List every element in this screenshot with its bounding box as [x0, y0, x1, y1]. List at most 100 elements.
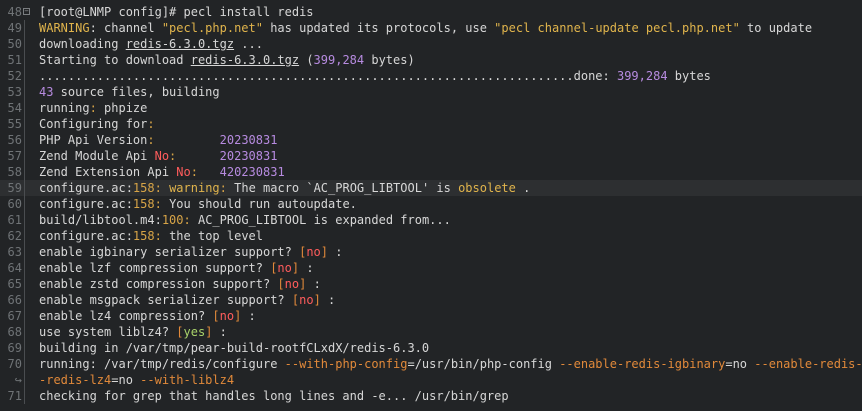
text-segment: :	[147, 133, 155, 147]
text-segment: 20230831	[219, 133, 278, 147]
text-segment: Zend Module Api	[39, 149, 155, 163]
terminal-line: 54 running: phpize	[0, 100, 862, 116]
fold-guide	[24, 132, 25, 148]
terminal-window[interactable]: 48− [root@LNMP config]# pecl install redi…	[0, 0, 862, 411]
text-segment: build/libtool.m4:	[39, 213, 162, 227]
text-segment: Starting to download	[39, 53, 191, 67]
text-segment: "pecl.php.net"	[161, 21, 263, 35]
terminal-line: 71 checking for grep that handles long li…	[0, 388, 862, 404]
line-number: 63	[7, 245, 22, 259]
fold-guide	[24, 228, 25, 244]
fold-guide	[24, 292, 25, 308]
text-segment: : channel	[89, 21, 162, 35]
text-segment: no	[299, 293, 314, 307]
text-segment: (	[299, 53, 314, 67]
text-segment: :	[147, 117, 155, 131]
text-segment: has updated its protocols, use	[262, 21, 495, 35]
fold-guide	[24, 196, 25, 212]
text-segment: use system liblz4?	[39, 325, 177, 339]
fold-toggle-icon[interactable]: −	[23, 8, 30, 15]
text-segment: =no	[111, 373, 141, 387]
text-segment: AC_PROG_LIBTOOL is expanded from...	[190, 213, 451, 227]
text-segment: :	[190, 165, 198, 179]
fold-guide	[24, 212, 25, 228]
text-segment: bytes	[667, 69, 711, 83]
text-segment: .	[515, 181, 531, 195]
text-segment: --enable-redis-igbinary	[559, 357, 726, 371]
text-segment: 100	[161, 213, 184, 227]
text-segment: =no	[725, 357, 755, 371]
line-text: [root@LNMP config]# pecl install redis	[39, 4, 314, 20]
text-segment: "pecl channel-update pecl.php.net"	[494, 21, 740, 35]
text-segment: :	[306, 277, 321, 291]
line-text: building in /var/tmp/pear-build-rootfCLx…	[39, 340, 429, 356]
text-segment: :	[212, 325, 227, 339]
text-segment: PHP Api Version	[39, 133, 148, 147]
text-segment: [	[212, 309, 220, 323]
fold-guide	[24, 244, 25, 260]
fold-guide	[24, 84, 25, 100]
line-text: downloading redis-6.3.0.tgz ...	[39, 36, 263, 52]
line-text: PHP Api Version: 20230831	[39, 132, 277, 148]
text-segment: checking for grep that handles long line…	[39, 389, 509, 403]
fold-guide	[24, 148, 25, 164]
fold-guide	[24, 116, 25, 132]
text-segment: :	[154, 197, 162, 211]
text-segment	[155, 133, 220, 147]
line-number: 64	[7, 261, 22, 275]
text-segment	[176, 149, 219, 163]
line-text: enable msgpack serializer support? [no] …	[39, 292, 335, 308]
line-number: 71	[7, 389, 22, 403]
line-text: configure.ac:158: You should run autoupd…	[39, 196, 357, 212]
line-number: 69	[7, 341, 22, 355]
line-number: 51	[7, 53, 22, 67]
line-text: running: phpize	[39, 100, 147, 116]
wrap-indicator-icon: ↪	[14, 373, 22, 387]
terminal-line: 70 running: /var/tmp/redis/configure --wi…	[0, 356, 862, 372]
text-segment: to update	[739, 21, 813, 35]
terminal-line: 60 configure.ac:158: You should run autou…	[0, 196, 862, 212]
text-segment: [	[277, 277, 285, 291]
text-segment: no	[284, 277, 300, 291]
terminal-line: 68 use system liblz4? [yes] :	[0, 324, 862, 340]
line-number: 53	[7, 85, 22, 99]
text-segment: --with-liblz4	[140, 373, 235, 387]
text-segment: configure.ac:	[39, 229, 133, 243]
text-segment: 158	[132, 181, 155, 195]
line-text: enable igbinary serializer support? [no]…	[39, 244, 342, 260]
text-segment: You should run autoupdate.	[161, 197, 357, 211]
terminal-line: 65 enable zstd compression support? [no] …	[0, 276, 862, 292]
line-number: 49	[7, 21, 22, 35]
text-segment[interactable]: redis-6.3.0.tgz	[191, 53, 299, 67]
terminal-line: 58 Zend Extension Api No: 420230831	[0, 164, 862, 180]
text-segment: yes	[183, 325, 206, 339]
line-text: -redis-lz4=no --with-liblz4	[39, 372, 234, 388]
text-segment[interactable]: redis-6.3.0.tgz	[126, 37, 234, 51]
text-segment: :	[183, 213, 191, 227]
fold-guide	[24, 276, 25, 292]
line-number: 56	[7, 133, 22, 147]
text-segment: the top level	[161, 229, 263, 243]
terminal-line: 64 enable lzf compression support? [no] :	[0, 260, 862, 276]
line-number: 61	[7, 213, 22, 227]
terminal-line: 56 PHP Api Version: 20230831	[0, 132, 862, 148]
text-segment: :	[299, 261, 314, 275]
fold-guide	[24, 36, 25, 52]
line-number: 59	[7, 181, 22, 195]
text-segment: :	[328, 245, 343, 259]
fold-guide	[24, 324, 25, 340]
text-segment: The macro `AC_PROG_LIBTOOL' is	[226, 181, 459, 195]
text-segment: 158	[132, 229, 155, 243]
terminal-line: 52......................................…	[0, 68, 862, 84]
line-number: 50	[7, 37, 22, 51]
text-segment	[162, 181, 169, 195]
terminal-line: 63 enable igbinary serializer support? [n…	[0, 244, 862, 260]
text-segment: enable msgpack serializer support?	[39, 293, 292, 307]
text-segment: configure.ac:	[39, 181, 133, 195]
text-segment: --with-php-config	[284, 357, 408, 371]
line-text: Configuring for:	[39, 116, 155, 132]
text-segment: :	[154, 229, 162, 243]
fold-guide	[24, 260, 25, 276]
text-segment: 158	[132, 197, 155, 211]
text-segment: :	[219, 181, 227, 195]
